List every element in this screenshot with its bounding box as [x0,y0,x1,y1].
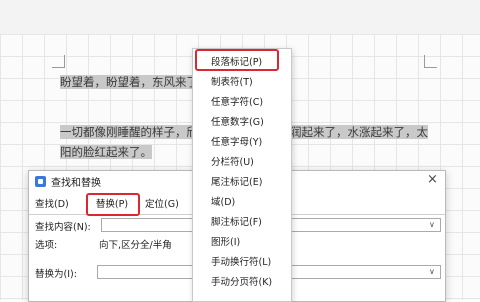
document-paragraph-2-right[interactable]: 润起来了，水涨起来了，太 [290,124,428,140]
menu-item-any-digit[interactable]: 任意数字(G) [193,113,291,133]
document-paragraph-1[interactable]: 盼望着，盼望着，东风来了 [60,74,196,90]
menu-highlight-box [195,49,279,71]
close-icon[interactable]: × [427,172,438,187]
selected-text: 润起来了，水涨起来了，太 [290,125,428,139]
chevron-down-icon[interactable]: ∨ [429,220,435,229]
margin-corner-left [52,55,65,68]
options-label: 选项: [35,240,58,251]
options-value: 向下,区分全/半角 [99,240,172,251]
margin-corner-right [424,55,437,68]
tab-find[interactable]: 查找(D) [35,196,81,214]
find-what-label: 查找内容(N): [35,222,91,233]
dialog-title: 查找和替换 [51,178,101,189]
selected-text: 盼望着，盼望着，东风来了 [60,75,196,89]
tab-highlight-box [86,193,140,216]
toolbar-area [0,0,480,34]
replace-with-label: 替换为(I): [35,269,77,280]
menu-item-manual-line-break[interactable]: 手动换行符(L) [193,253,291,273]
document-paragraph-2[interactable]: 一切都像刚睡醒的样子，欣 [60,124,198,140]
selected-text: 一切都像刚睡醒的样子，欣 [60,125,198,139]
menu-item-any-letter[interactable]: 任意字母(Y) [193,133,291,153]
special-format-menu: 段落标记(P) 制表符(T) 任意字符(C) 任意数字(G) 任意字母(Y) 分… [192,48,292,302]
menu-item-column-break[interactable]: 分栏符(U) [193,153,291,173]
chevron-down-icon[interactable]: ∨ [429,267,435,276]
document-paragraph-3[interactable]: 阳的脸红起来了。 [60,144,152,160]
menu-item-graphic[interactable]: 图形(I) [193,233,291,253]
app-icon [35,176,46,187]
menu-item-tab-character[interactable]: 制表符(T) [193,73,291,93]
menu-item-any-character[interactable]: 任意字符(C) [193,93,291,113]
selected-text: 阳的脸红起来了。 [60,145,152,159]
menu-item-field[interactable]: 域(D) [193,193,291,213]
menu-item-endnote-mark[interactable]: 尾注标记(E) [193,173,291,193]
menu-item-manual-page-break[interactable]: 手动分页符(K) [193,273,291,293]
menu-item-footnote-mark[interactable]: 脚注标记(F) [193,213,291,233]
tab-goto[interactable]: 定位(G) [145,196,195,214]
